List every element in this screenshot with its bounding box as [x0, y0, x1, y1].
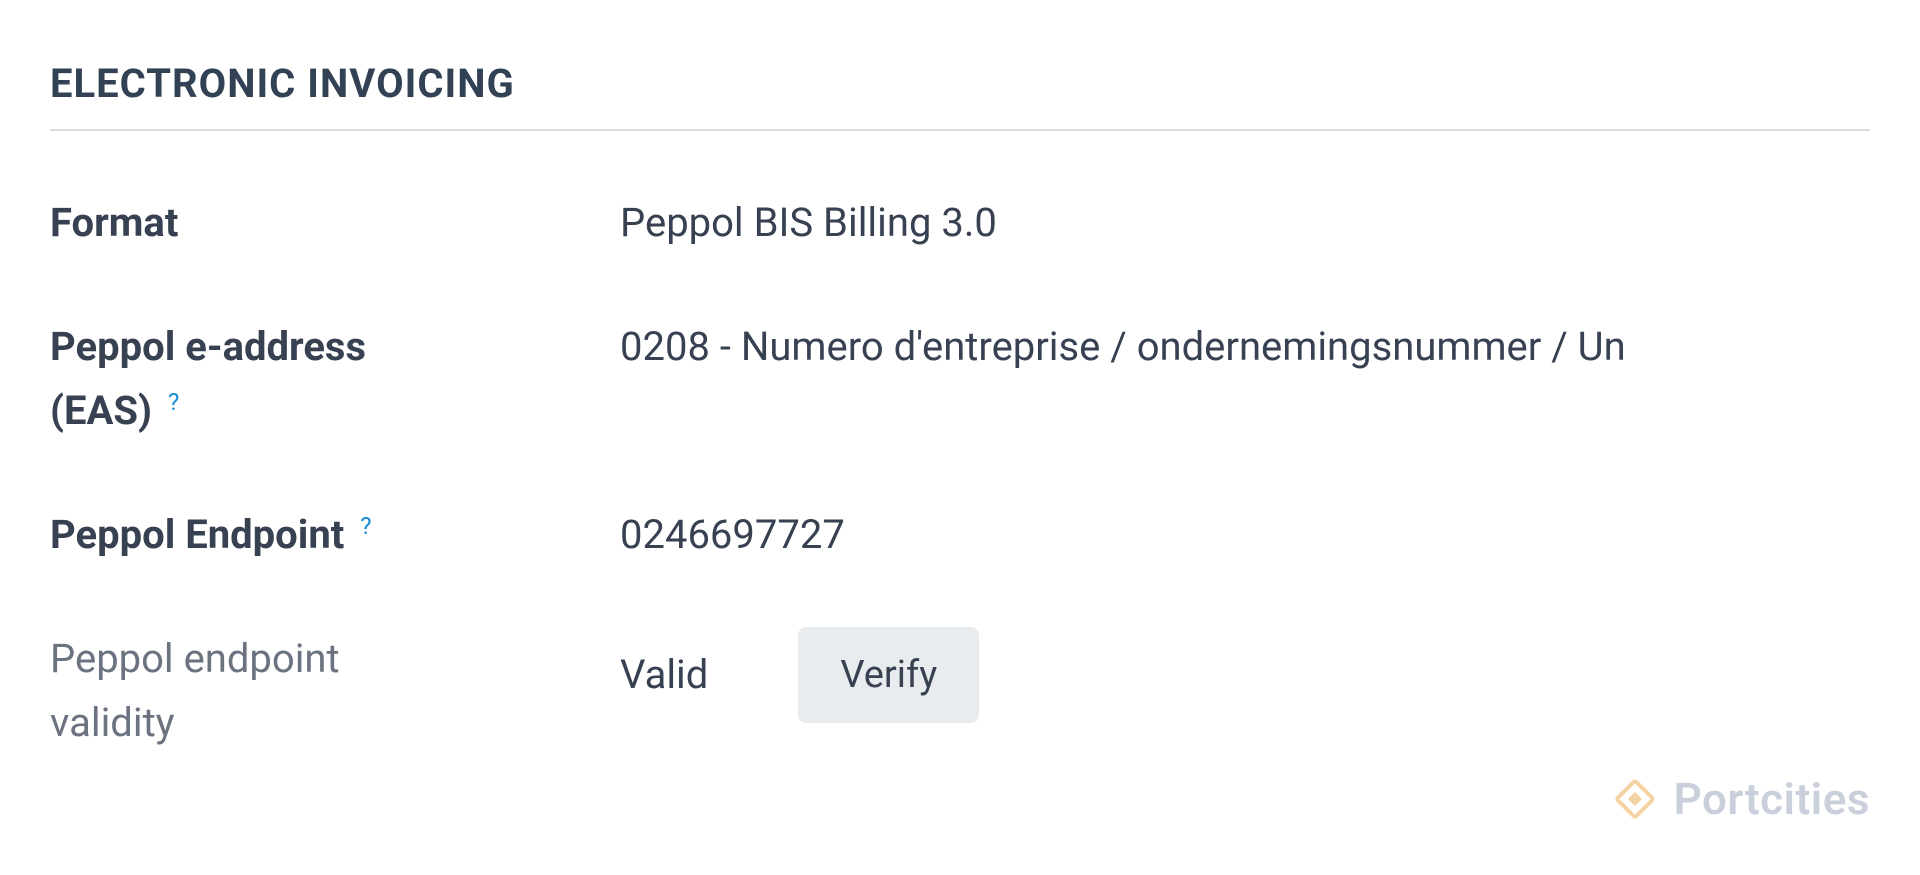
help-icon[interactable]: ?: [360, 512, 371, 540]
value-eaddress[interactable]: 0208 - Numero d'entreprise / onderneming…: [620, 315, 1626, 379]
label-validity: Peppol endpoint validity: [50, 627, 620, 755]
portcities-logo-icon: [1610, 774, 1660, 824]
label-eaddress-line2: (EAS): [50, 387, 152, 434]
value-endpoint[interactable]: 0246697727: [620, 503, 845, 567]
label-endpoint: Peppol Endpoint ?: [50, 503, 620, 567]
field-validity: Peppol endpoint validity Valid Verify: [50, 627, 1870, 755]
electronic-invoicing-section: ELECTRONIC INVOICING Format Peppol BIS B…: [0, 0, 1920, 835]
validity-value-wrapper: Valid Verify: [620, 627, 979, 723]
verify-button[interactable]: Verify: [798, 627, 979, 723]
label-eaddress-line1: Peppol e-address: [50, 323, 366, 370]
label-validity-line1: Peppol endpoint: [50, 635, 340, 682]
help-icon[interactable]: ?: [168, 388, 179, 416]
value-validity: Valid: [620, 643, 708, 707]
watermark: Portcities: [1610, 773, 1870, 825]
label-format: Format: [50, 191, 620, 255]
section-title: ELECTRONIC INVOICING: [50, 60, 1870, 131]
value-format[interactable]: Peppol BIS Billing 3.0: [620, 191, 997, 255]
watermark-text: Portcities: [1674, 773, 1870, 825]
label-endpoint-text: Peppol Endpoint: [50, 511, 344, 558]
field-eaddress: Peppol e-address (EAS) ? 0208 - Numero d…: [50, 315, 1870, 443]
label-eaddress: Peppol e-address (EAS) ?: [50, 315, 620, 443]
label-validity-line2: validity: [50, 699, 175, 746]
field-endpoint: Peppol Endpoint ? 0246697727: [50, 503, 1870, 567]
label-format-text: Format: [50, 199, 178, 246]
field-format: Format Peppol BIS Billing 3.0: [50, 191, 1870, 255]
